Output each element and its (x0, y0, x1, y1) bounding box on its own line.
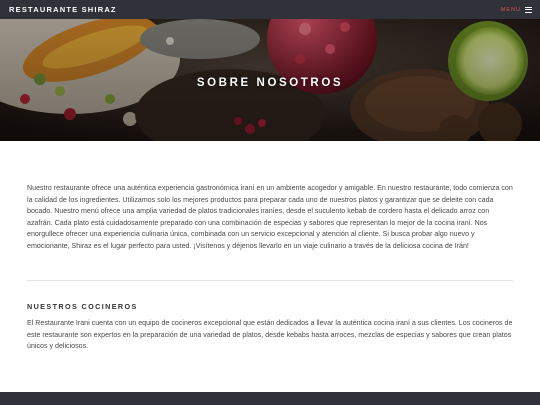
chefs-paragraph: El Restaurante Irani cuenta con un equip… (27, 319, 513, 350)
brand-logo-text[interactable]: RESTAURANTE SHIRAZ (9, 5, 117, 14)
hero-banner: SOBRE NOSOTROS (0, 19, 540, 141)
top-navbar: RESTAURANTE SHIRAZ MENU (0, 0, 540, 19)
hamburger-icon[interactable] (525, 6, 532, 13)
hero-title: SOBRE NOSOTROS (196, 77, 344, 89)
menu-button[interactable]: MENU (501, 6, 532, 13)
about-section: Nuestro restaurante ofrece una auténtica… (27, 183, 513, 252)
menu-label[interactable]: MENU (501, 7, 521, 13)
footer-bar (0, 392, 540, 405)
about-paragraph: Nuestro restaurante ofrece una auténtica… (27, 184, 513, 250)
chefs-heading: NUESTROS COCINEROS (27, 302, 138, 311)
section-divider (27, 280, 513, 281)
